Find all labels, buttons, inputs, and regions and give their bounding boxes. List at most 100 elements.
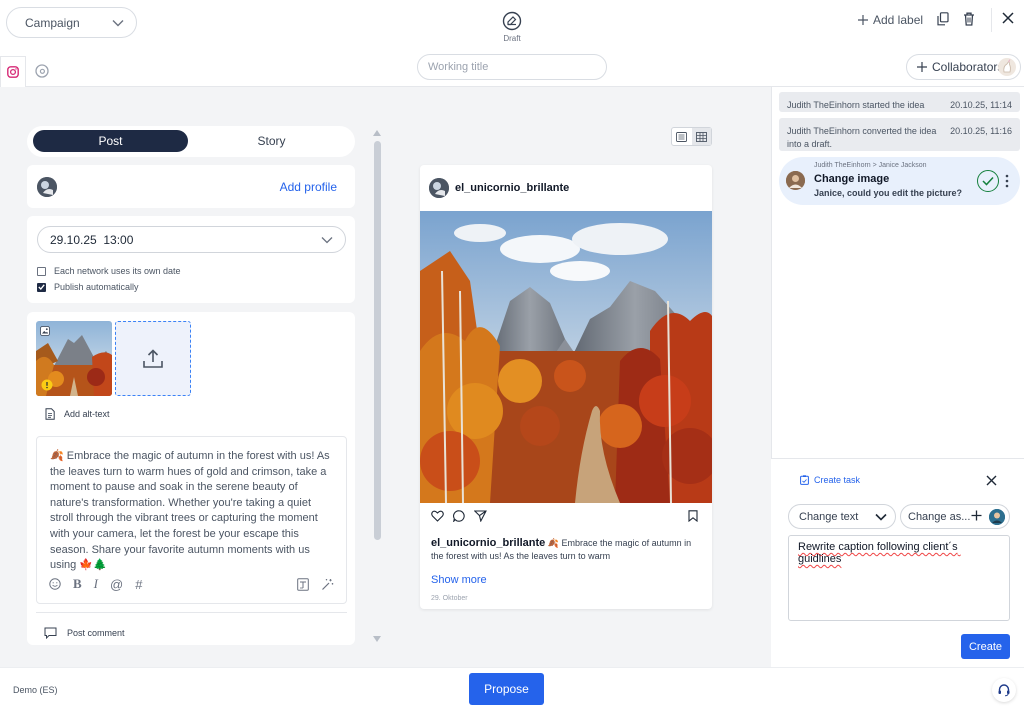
plus-icon: [858, 15, 868, 25]
emoji-icon[interactable]: [49, 578, 61, 590]
close-icon[interactable]: [986, 475, 997, 486]
divider: [36, 612, 347, 613]
image-icon: [40, 326, 50, 336]
profile-card: Add profile: [27, 165, 355, 208]
collaborators-label: Collaborators: [932, 60, 1004, 74]
tab-instagram[interactable]: [0, 56, 26, 87]
text-template-icon[interactable]: [297, 577, 309, 591]
top-bar: Campaign Draft Add label: [0, 0, 1024, 46]
close-icon[interactable]: [1002, 12, 1016, 26]
heart-icon[interactable]: [431, 510, 444, 522]
workspace-label: Demo (ES): [13, 685, 58, 695]
draft-label: Draft: [503, 34, 521, 43]
assignee-select[interactable]: Change as...: [900, 504, 1010, 529]
magic-wand-icon[interactable]: [321, 578, 334, 591]
threads-icon: [35, 64, 49, 78]
task-type-select[interactable]: Change text: [788, 504, 896, 529]
collaborators-button[interactable]: Collaborators: [906, 54, 1021, 80]
sub-header: Collaborators: [0, 54, 1024, 87]
avatar: [989, 509, 1005, 525]
add-label-text: Add label: [873, 13, 924, 27]
caption-editor[interactable]: 🍂 Embrace the magic of autumn in the for…: [36, 436, 347, 604]
task-type-value: Change text: [799, 510, 859, 523]
activity-text: Judith TheEinhorn started the idea: [787, 100, 925, 110]
plus-icon[interactable]: [971, 510, 982, 521]
share-icon[interactable]: [474, 510, 487, 522]
task-meta: Judith TheEinhorn > Janice Jackson: [814, 162, 927, 169]
task-title: Change image: [814, 173, 890, 185]
add-profile-link[interactable]: Add profile: [280, 180, 337, 194]
italic-icon[interactable]: I: [94, 576, 98, 592]
draft-status: Draft: [497, 11, 527, 43]
format-toolbar: B I @ #: [49, 576, 334, 592]
check-icon: [982, 176, 994, 186]
list-view-icon[interactable]: [672, 128, 692, 145]
add-alt-text-button[interactable]: Add alt-text: [45, 408, 110, 420]
date-value: 29.10.25 13:00: [50, 232, 134, 247]
post-image: [420, 211, 712, 503]
chevron-down-icon: [321, 236, 333, 244]
bold-icon[interactable]: B: [73, 576, 82, 592]
upload-media-button[interactable]: [115, 321, 191, 396]
campaign-label: Campaign: [25, 15, 80, 30]
caption-text[interactable]: 🍂 Embrace the magic of autumn in the for…: [50, 449, 334, 574]
post-actions: [431, 510, 701, 524]
create-task-header: Create task: [800, 475, 860, 485]
activity-item: Judith TheEinhorn started the idea 20.10…: [779, 92, 1020, 112]
avatar: [786, 171, 805, 190]
date-select[interactable]: 29.10.25 13:00: [37, 226, 346, 253]
complete-task-button[interactable]: [977, 170, 999, 192]
task-card[interactable]: Judith TheEinhorn > Janice Jackson Chang…: [779, 157, 1020, 205]
view-toggle: [671, 127, 712, 146]
task-description: Janice, could you edit the picture?: [814, 188, 963, 198]
grid-view-icon[interactable]: [691, 128, 711, 145]
hashtag-icon[interactable]: #: [135, 577, 142, 592]
checkmark-icon: [37, 282, 46, 292]
own-date-checkbox[interactable]: Each network uses its own date: [37, 266, 181, 276]
add-label-button[interactable]: Add label: [858, 13, 923, 27]
task-description-input[interactable]: Rewrite caption following client´s guidl…: [788, 535, 1010, 621]
tab-threads[interactable]: [33, 62, 51, 80]
more-options-icon[interactable]: [1005, 174, 1009, 188]
support-icon[interactable]: [992, 678, 1016, 702]
campaign-select[interactable]: Campaign: [6, 7, 137, 38]
comment-icon: [44, 627, 57, 639]
bookmark-icon[interactable]: [688, 510, 698, 522]
tab-story[interactable]: Story: [194, 130, 349, 152]
instagram-post-preview: el_unicornio_brillante el_unicornio_bril…: [420, 165, 712, 609]
warning-badge-icon: [41, 379, 53, 391]
post-username: el_unicornio_brillante: [455, 182, 570, 194]
draft-icon: [502, 11, 522, 31]
publish-auto-label: Publish automatically: [54, 282, 139, 292]
mention-icon[interactable]: @: [110, 577, 123, 592]
checkbox-unchecked: [37, 266, 46, 276]
upload-icon: [142, 348, 164, 369]
document-icon: [45, 408, 55, 420]
propose-button[interactable]: Propose: [469, 673, 544, 705]
show-more-link[interactable]: Show more: [431, 574, 487, 586]
post-comment-button[interactable]: Post comment: [44, 627, 125, 639]
caption-username: el_unicornio_brillante: [431, 537, 546, 549]
instagram-icon: [7, 66, 19, 78]
post-header: el_unicornio_brillante: [429, 178, 569, 198]
working-title-input[interactable]: [417, 54, 607, 80]
plus-icon: [917, 62, 927, 72]
activity-text: Judith TheEinhorn converted the idea int…: [787, 126, 937, 149]
own-date-label: Each network uses its own date: [54, 266, 181, 276]
chevron-down-icon: [875, 513, 887, 521]
publish-auto-checkbox[interactable]: Publish automatically: [37, 282, 139, 292]
assignee-value: Change as...: [908, 510, 971, 523]
avatar: [37, 177, 57, 197]
divider: [991, 8, 992, 32]
trash-icon[interactable]: [963, 12, 977, 26]
media-thumbnail[interactable]: [36, 321, 112, 396]
copy-icon[interactable]: [937, 12, 951, 26]
create-button[interactable]: Create: [961, 634, 1010, 659]
scrollbar-thumb[interactable]: [374, 141, 381, 540]
comment-icon[interactable]: [453, 510, 465, 522]
post-comment-label: Post comment: [67, 628, 125, 638]
post-type-switch: Post Story: [27, 126, 355, 157]
footer: Demo (ES) Propose: [0, 667, 1024, 709]
avatar: [998, 58, 1016, 76]
tab-post[interactable]: Post: [33, 130, 188, 152]
